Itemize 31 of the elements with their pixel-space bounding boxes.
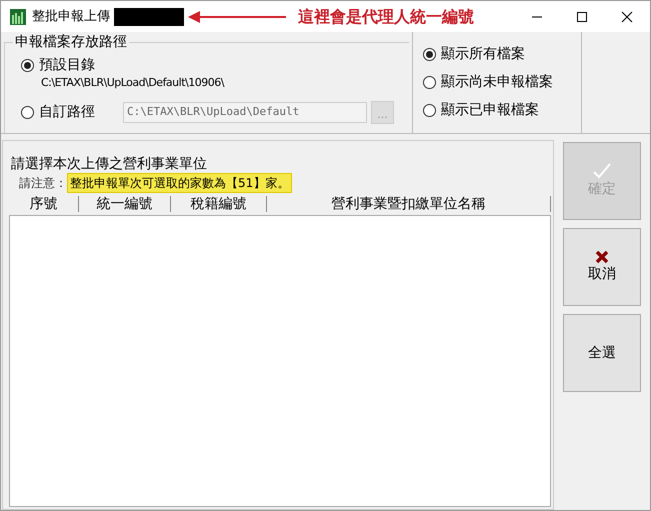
notice-label: 請注意： <box>19 175 67 192</box>
radio-label[interactable]: 顯示尚未申報檔案 <box>441 72 553 93</box>
path-text: C:\ETAX\BLR\UpLoad\Default\10906\ <box>41 76 226 89</box>
radio-button[interactable] <box>21 59 34 72</box>
radio-button[interactable] <box>423 48 436 61</box>
path-field[interactable]: C:\ETAX\BLR\UpLoad\Default <box>123 102 367 123</box>
column-header[interactable]: 營利事業暨扣繳單位名稱 <box>267 196 551 212</box>
radio-button[interactable] <box>423 76 436 89</box>
arrow-icon <box>188 10 286 22</box>
radio-label[interactable]: 顯示已申報檔案 <box>441 100 539 121</box>
radio-button[interactable] <box>21 106 34 119</box>
select-all-button[interactable]: 全選 <box>563 314 641 392</box>
radio-label[interactable]: 預設目錄 <box>39 55 95 76</box>
check-icon <box>593 162 611 178</box>
notice-text: 整批申報單次可選取的家數為【51】家。 <box>67 173 292 193</box>
list-heading: 請選擇本次上傳之營利事業單位 <box>11 156 208 172</box>
x-icon <box>595 250 609 264</box>
window-title: 整批申報上傳 <box>32 8 110 26</box>
group-legend: 申報檔案存放路徑 <box>13 33 129 51</box>
close-icon[interactable] <box>621 10 633 22</box>
redaction-bar <box>114 8 184 26</box>
radio-label[interactable]: 自訂路徑 <box>39 102 95 123</box>
annotation-text: 這裡會是代理人統一編號 <box>298 6 474 28</box>
cancel-button[interactable]: 取消 <box>563 228 641 306</box>
radio-label[interactable]: 顯示所有檔案 <box>441 44 525 65</box>
app-icon <box>10 8 26 24</box>
column-header[interactable]: 統一編號 <box>79 196 171 212</box>
column-header[interactable]: 序號 <box>9 196 79 212</box>
radio-button[interactable] <box>423 104 436 117</box>
column-header[interactable]: 稅籍編號 <box>171 196 267 212</box>
maximize-icon[interactable] <box>576 10 588 22</box>
